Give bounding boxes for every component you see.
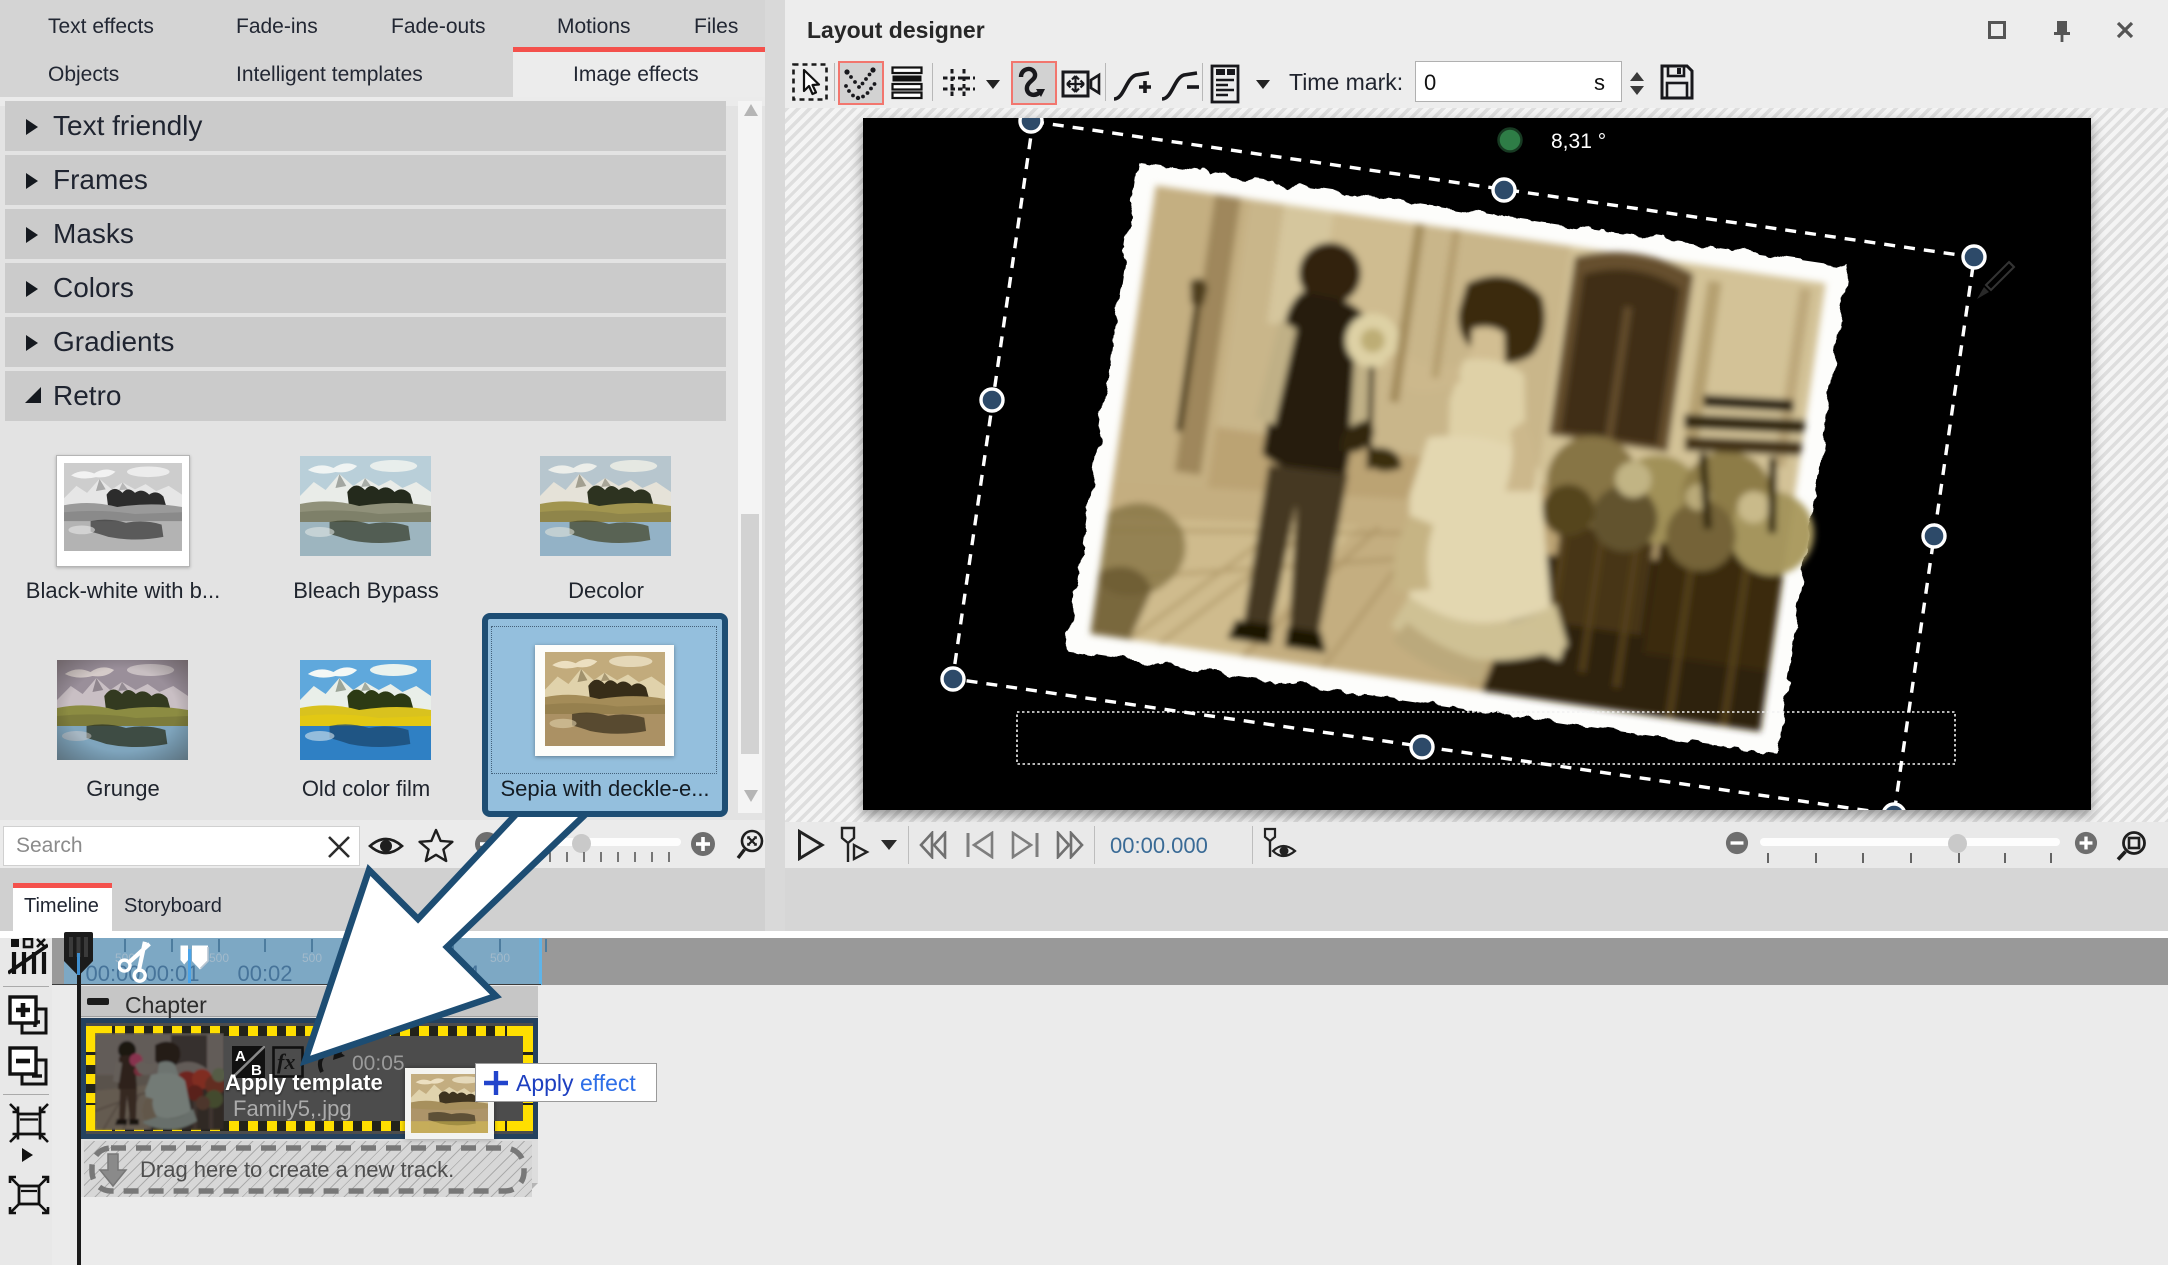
svg-text:8,31 °: 8,31 °: [1551, 130, 1606, 153]
svg-text:500: 500: [209, 951, 229, 965]
svg-text:A: A: [235, 1048, 246, 1065]
